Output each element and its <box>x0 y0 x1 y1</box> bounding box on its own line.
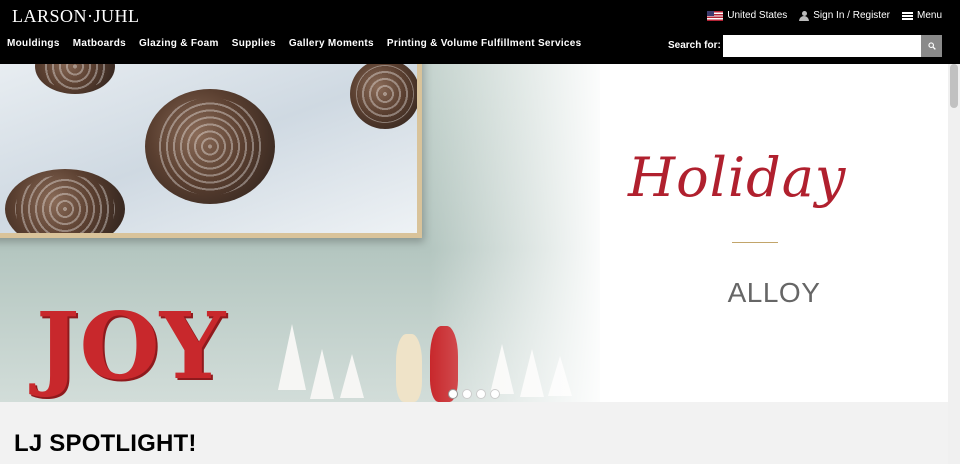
hero-title: Holiday <box>628 146 847 209</box>
reindeer-figurine <box>396 334 422 402</box>
hero-divider <box>732 242 778 243</box>
nav-item-printing-services[interactable]: Printing & Volume Fulfillment Services <box>387 38 582 49</box>
carousel-dot-3[interactable] <box>476 389 486 399</box>
main-nav: Mouldings Matboards Glazing & Foam Suppl… <box>7 38 582 49</box>
search-input[interactable] <box>723 35 921 57</box>
menu-label: Menu <box>916 10 942 21</box>
pinecone-image <box>35 64 115 94</box>
menu-button[interactable]: Menu <box>901 10 942 21</box>
bottle-brush-tree <box>310 349 334 399</box>
pinecone-image <box>350 64 417 129</box>
signin-label: Sign In / Register <box>813 10 890 21</box>
user-icon <box>799 10 810 21</box>
page-scrollbar[interactable] <box>948 64 960 464</box>
search-button[interactable] <box>921 35 942 57</box>
signin-link[interactable]: Sign In / Register <box>799 10 890 21</box>
us-flag-icon <box>707 10 724 21</box>
carousel-dot-2[interactable] <box>462 389 472 399</box>
pinecone-image <box>5 169 125 233</box>
search-icon <box>927 42 936 50</box>
country-label: United States <box>727 10 788 21</box>
hero-carousel[interactable]: JOY Holiday ALLOY <box>0 64 948 402</box>
nav-item-gallery-moments[interactable]: Gallery Moments <box>289 38 374 49</box>
pinecone-image <box>145 89 275 204</box>
nav-item-matboards[interactable]: Matboards <box>73 38 126 49</box>
country-selector[interactable]: United States <box>707 10 787 21</box>
carousel-dot-1[interactable] <box>448 389 458 399</box>
larson-juhl-logo[interactable]: LARSON·JUHL <box>12 6 140 26</box>
framed-pinecone-art <box>0 64 422 238</box>
scrollbar-thumb[interactable] <box>950 64 958 108</box>
carousel-dot-4[interactable] <box>490 389 500 399</box>
bottle-brush-tree <box>340 354 364 398</box>
nav-item-supplies[interactable]: Supplies <box>232 38 276 49</box>
site-header: LARSON·JUHL United States Sign In / Regi… <box>0 0 960 64</box>
nav-item-glazing-foam[interactable]: Glazing & Foam <box>139 38 219 49</box>
carousel-dots <box>448 389 500 399</box>
hamburger-icon <box>901 11 913 20</box>
utility-bar: United States Sign In / Register Menu <box>707 10 942 21</box>
joy-sign: JOY <box>36 292 226 400</box>
search-label: Search for: <box>668 40 721 51</box>
nav-item-mouldings[interactable]: Mouldings <box>7 38 60 49</box>
spotlight-heading: LJ SPOTLIGHT! <box>14 430 197 457</box>
bottle-brush-tree <box>278 324 306 390</box>
hero-subtitle: ALLOY <box>727 277 821 308</box>
